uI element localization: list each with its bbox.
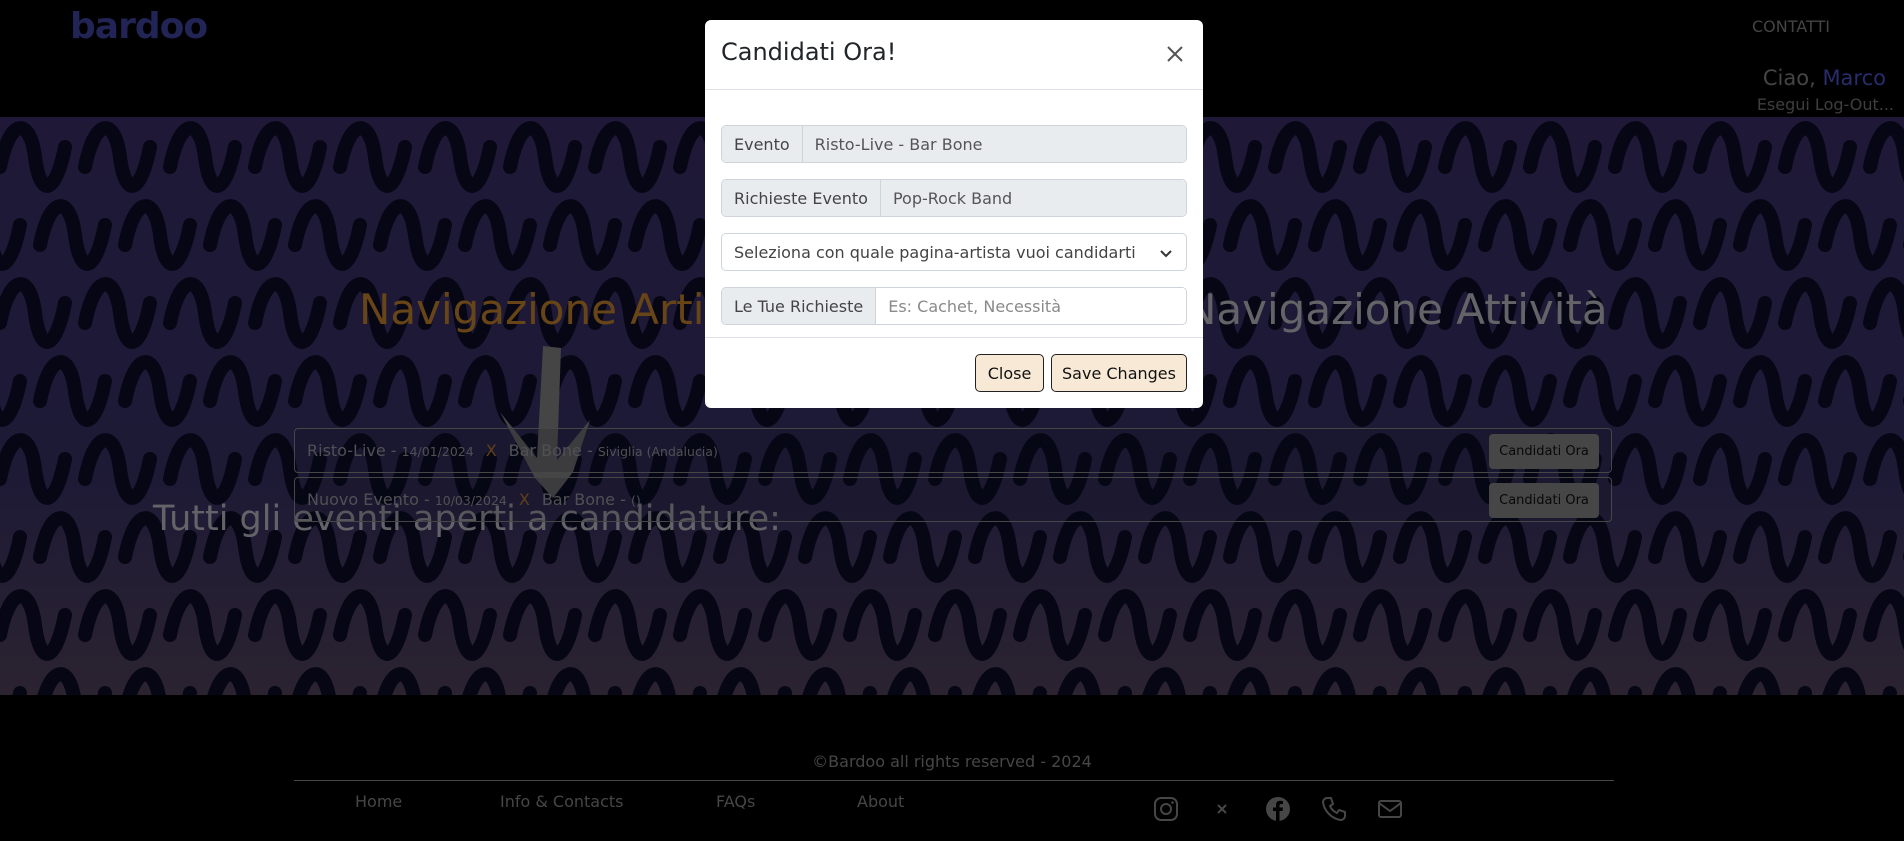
artist-page-select[interactable]: Seleziona con quale pagina-artista vuoi … — [721, 233, 1187, 271]
evento-value: Risto-Live - Bar Bone — [802, 126, 1186, 162]
richieste-evento-value: Pop-Rock Band — [880, 180, 1186, 216]
modal-backdrop[interactable]: Candidati Ora! Evento Risto-Live - Bar B… — [0, 0, 1904, 841]
chevron-down-icon — [1160, 250, 1172, 258]
save-changes-button[interactable]: Save Changes — [1051, 354, 1187, 392]
close-button[interactable]: Close — [975, 354, 1044, 392]
modal-title: Candidati Ora! — [721, 38, 897, 66]
candidati-modal: Candidati Ora! Evento Risto-Live - Bar B… — [705, 20, 1203, 408]
tue-richieste-label: Le Tue Richieste — [722, 288, 877, 324]
modal-header: Candidati Ora! — [705, 20, 1203, 90]
modal-footer: Close Save Changes — [705, 337, 1203, 408]
tue-richieste-input[interactable] — [876, 288, 1186, 324]
tue-richieste-field: Le Tue Richieste — [721, 287, 1187, 325]
richieste-evento-field: Richieste Evento Pop-Rock Band — [721, 179, 1187, 217]
select-value: Seleziona con quale pagina-artista vuoi … — [734, 243, 1136, 262]
evento-field: Evento Risto-Live - Bar Bone — [721, 125, 1187, 163]
modal-body: Evento Risto-Live - Bar Bone Richieste E… — [705, 90, 1203, 337]
close-icon[interactable] — [1161, 40, 1189, 68]
richieste-evento-label: Richieste Evento — [722, 180, 881, 216]
evento-label: Evento — [722, 126, 803, 162]
